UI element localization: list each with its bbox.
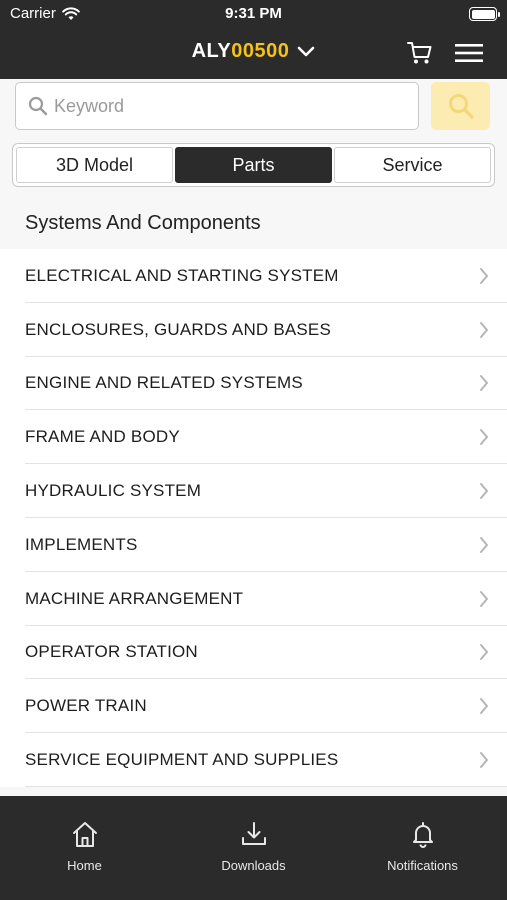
chevron-right-icon: [480, 590, 488, 607]
chevron-right-icon: [480, 321, 488, 338]
bell-icon: [412, 822, 433, 848]
download-icon: [241, 822, 266, 845]
tab-notifications[interactable]: Notifications: [338, 796, 507, 900]
list-item[interactable]: ENCLOSURES, GUARDS AND BASES: [0, 303, 507, 357]
tab-3d-model[interactable]: 3D Model: [16, 147, 173, 183]
view-tabs: 3D Model Parts Service: [12, 143, 495, 187]
search-button[interactable]: [431, 82, 490, 130]
list-item[interactable]: OPERATOR STATION: [0, 626, 507, 680]
list-item-label: SERVICE EQUIPMENT AND SUPPLIES: [25, 750, 339, 770]
clock: 9:31 PM: [225, 5, 282, 22]
nav-bar: ALY00500: [0, 28, 507, 79]
list-item[interactable]: MACHINE ARRANGEMENT: [0, 572, 507, 626]
search-icon: [28, 96, 48, 116]
list-item[interactable]: SERVICE EQUIPMENT AND SUPPLIES: [0, 733, 507, 787]
chevron-right-icon: [480, 375, 488, 392]
list-item-label: OPERATOR STATION: [25, 642, 198, 662]
search-box: [15, 82, 419, 130]
list-item[interactable]: ENGINE AND RELATED SYSTEMS: [0, 357, 507, 411]
chevron-right-icon: [480, 429, 488, 446]
tab-parts[interactable]: Parts: [175, 147, 332, 183]
search-input[interactable]: [54, 95, 394, 117]
hamburger-menu-icon[interactable]: [454, 42, 484, 64]
list-item[interactable]: HYDRAULIC SYSTEM: [0, 464, 507, 518]
list-item-label: MACHINE ARRANGEMENT: [25, 588, 244, 608]
tab-downloads[interactable]: Downloads: [169, 796, 338, 900]
bottom-tab-bar: Home Downloads Notifications: [0, 796, 507, 900]
list-item-label: IMPLEMENTS: [25, 534, 138, 554]
tab-home-label: Home: [67, 858, 102, 873]
app-header: Carrier 9:31 PM ALY00500: [0, 0, 507, 79]
chevron-right-icon: [480, 267, 488, 284]
chevron-right-icon: [480, 536, 488, 553]
list-item-label: POWER TRAIN: [25, 696, 147, 716]
chevron-right-icon: [480, 644, 488, 661]
chevron-right-icon: [480, 752, 488, 769]
home-icon: [72, 822, 97, 847]
list-item[interactable]: FRAME AND BODY: [0, 410, 507, 464]
search-icon: [448, 94, 474, 119]
model-name: ALY00500: [192, 40, 290, 63]
list-item-label: ELECTRICAL AND STARTING SYSTEM: [25, 265, 339, 285]
model-number: 00500: [231, 40, 290, 62]
tab-downloads-label: Downloads: [221, 858, 286, 873]
battery-icon: [469, 7, 500, 21]
list-item[interactable]: POWER TRAIN: [0, 679, 507, 733]
chevron-right-icon: [480, 698, 488, 715]
chevron-right-icon: [480, 483, 488, 500]
list-item-label: ENGINE AND RELATED SYSTEMS: [25, 373, 303, 393]
list-item[interactable]: IMPLEMENTS: [0, 518, 507, 572]
components-list: ELECTRICAL AND STARTING SYSTEM ENCLOSURE…: [0, 249, 507, 787]
list-item-label: FRAME AND BODY: [25, 427, 180, 447]
tab-notifications-label: Notifications: [387, 858, 458, 873]
section-title: Systems And Components: [25, 212, 261, 234]
tab-home[interactable]: Home: [0, 796, 169, 900]
cart-icon[interactable]: [406, 40, 434, 66]
list-item-label: ENCLOSURES, GUARDS AND BASES: [25, 319, 332, 339]
status-bar: Carrier 9:31 PM: [0, 0, 507, 28]
list-item-label: HYDRAULIC SYSTEM: [25, 481, 202, 501]
chevron-down-icon: [298, 46, 315, 56]
model-prefix: ALY: [191, 40, 232, 62]
list-item[interactable]: ELECTRICAL AND STARTING SYSTEM: [0, 249, 507, 303]
tab-service[interactable]: Service: [334, 147, 491, 183]
